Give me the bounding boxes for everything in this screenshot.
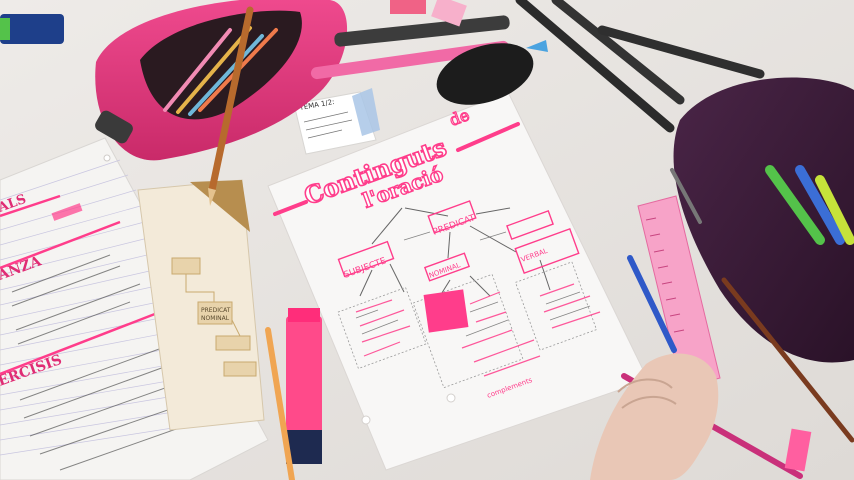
tan-sheet-label-predicat: PREDICAT [201,307,231,314]
pink-highlighter [286,308,322,464]
green-highlighter [0,14,64,44]
desk-scene-illustration: ALS ANZA ERCISIS PREDICAT NOMINAL Contin… [0,0,854,480]
tan-sheet-label-nominal: NOMINAL [201,315,230,322]
desk-photo: ALS ANZA ERCISIS PREDICAT NOMINAL Contin… [0,0,854,480]
